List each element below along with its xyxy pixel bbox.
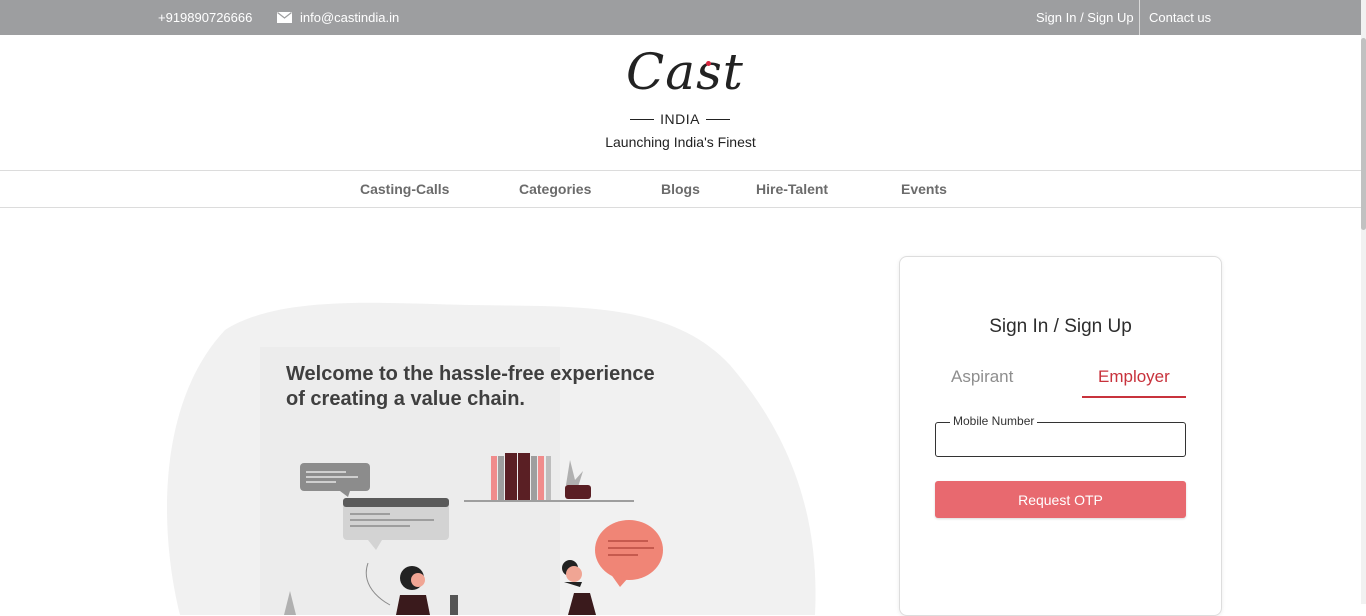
cast-india-logo[interactable]: Cast INDIA <box>620 43 743 127</box>
logo-line-left <box>630 118 655 120</box>
page-scrollbar[interactable] <box>1361 0 1366 604</box>
nav-categories[interactable]: Categories <box>519 181 591 197</box>
signin-title: Sign In / Sign Up <box>989 316 1132 337</box>
logo-wordmark: Cast <box>626 43 744 101</box>
nav-blogs[interactable]: Blogs <box>661 181 700 197</box>
hero-illustration <box>166 302 816 615</box>
nav-events[interactable]: Events <box>901 181 947 197</box>
logo-sub-text: INDIA <box>660 111 700 127</box>
tab-aspirant[interactable]: Aspirant <box>951 367 1013 387</box>
top-bar: +919890726666 info@castindia.in Sign In … <box>0 0 1361 35</box>
hero-heading-line-2: of creating a value chain. <box>286 388 525 410</box>
nav-hire-talent[interactable]: Hire-Talent <box>756 181 828 197</box>
contact-us-link[interactable]: Contact us <box>1149 10 1211 25</box>
phone-number[interactable]: +919890726666 <box>158 10 252 25</box>
tab-employer[interactable]: Employer <box>1098 367 1170 387</box>
nav-casting-calls[interactable]: Casting-Calls <box>360 181 449 197</box>
mail-icon <box>277 12 292 23</box>
main-navigation: Casting-Calls Categories Blogs Hire-Tale… <box>0 171 1361 208</box>
email-address[interactable]: info@castindia.in <box>300 10 399 25</box>
hero-heading-line-1: Welcome to the hassle-free experience <box>286 363 655 385</box>
logo-line-right <box>705 118 730 120</box>
scrollbar-thumb[interactable] <box>1361 38 1366 230</box>
active-tab-indicator <box>1082 396 1186 398</box>
logo-subtitle: INDIA <box>630 111 730 127</box>
signin-card: Sign In / Sign Up Aspirant Employer Mobi… <box>899 256 1222 616</box>
signin-signup-link[interactable]: Sign In / Sign Up <box>1036 10 1134 25</box>
hero-heading: Welcome to the hassle-free experience of… <box>286 362 706 412</box>
request-otp-button[interactable]: Request OTP <box>935 481 1186 518</box>
logo-dot <box>706 61 711 66</box>
topbar-divider <box>1139 0 1140 35</box>
email-contact[interactable]: info@castindia.in <box>277 10 399 25</box>
mobile-number-label: Mobile Number <box>950 414 1038 428</box>
tagline: Launching India's Finest <box>605 134 756 150</box>
site-header: Cast INDIA Launching India's Finest <box>0 35 1361 171</box>
